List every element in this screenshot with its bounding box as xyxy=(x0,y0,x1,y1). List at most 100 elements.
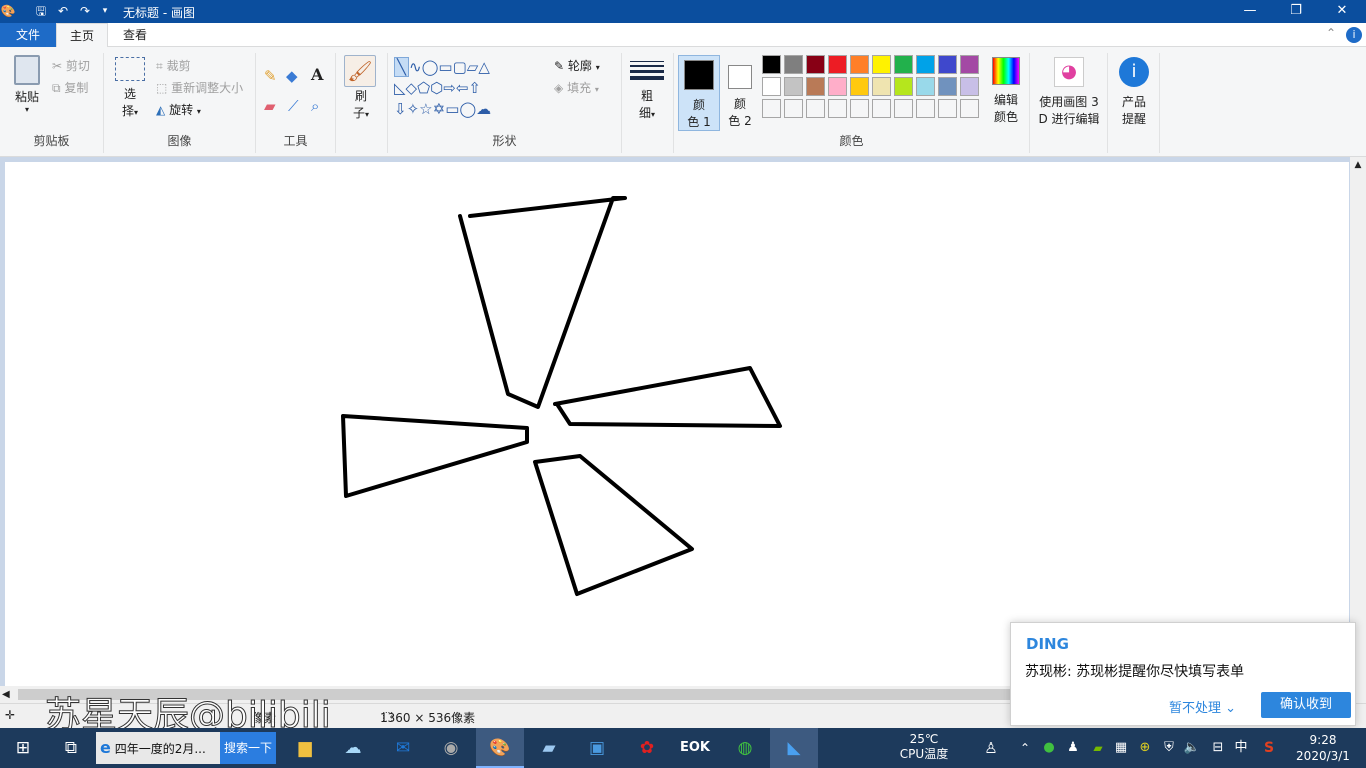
brushes-button[interactable]: 🖌 刷 子▾ xyxy=(344,55,378,121)
tray-grid-icon[interactable]: ▦ xyxy=(1112,728,1130,768)
six-point-star-icon[interactable]: ✡ xyxy=(433,100,446,118)
tray-user-icon[interactable]: ♟ xyxy=(1064,728,1082,768)
palette-color-swatch[interactable] xyxy=(960,55,979,74)
confirm-button[interactable]: 确认收到 xyxy=(1261,692,1351,718)
right-triangle-shape-icon[interactable]: ◺ xyxy=(394,79,406,97)
resize-button[interactable]: ⬚ 重新调整大小 xyxy=(156,79,243,96)
callout-rect-icon[interactable]: ▭ xyxy=(445,100,459,118)
palette-color-swatch[interactable] xyxy=(762,55,781,74)
diamond-shape-icon[interactable]: ◇ xyxy=(406,79,418,97)
tab-file[interactable]: 文件 xyxy=(0,23,56,47)
palette-empty-swatch[interactable] xyxy=(828,99,847,118)
palette-empty-swatch[interactable] xyxy=(850,99,869,118)
fill-bucket-icon[interactable]: ◆ xyxy=(286,67,298,85)
shield-icon[interactable]: ⛨ xyxy=(1160,728,1178,768)
palette-color-swatch[interactable] xyxy=(916,55,935,74)
palette-color-swatch[interactable] xyxy=(806,55,825,74)
network-icon[interactable]: ⊟ xyxy=(1208,728,1228,768)
file-explorer-icon[interactable]: ▆ xyxy=(282,728,328,768)
palette-color-swatch[interactable] xyxy=(784,55,803,74)
hexagon-shape-icon[interactable]: ⬡ xyxy=(430,79,443,97)
cpu-temp-widget[interactable]: 25℃ CPU温度 xyxy=(894,732,954,762)
callout-cloud-icon[interactable]: ☁ xyxy=(476,100,491,118)
shapes-gallery[interactable]: ╲ ∿◯▭▢▱△ ◺◇⬠⬡⇨⇦⇧ ⇩✧☆✡▭◯☁ xyxy=(394,57,544,119)
search-button[interactable]: 搜索一下 xyxy=(220,732,276,764)
palette-color-swatch[interactable] xyxy=(916,77,935,96)
volume-icon[interactable]: 🔈 xyxy=(1182,728,1202,768)
ime-indicator[interactable]: 中 xyxy=(1232,728,1250,768)
palette-color-swatch[interactable] xyxy=(938,77,957,96)
palette-color-swatch[interactable] xyxy=(850,55,869,74)
save-icon[interactable]: 🖫 xyxy=(33,3,49,19)
right-arrow-shape-icon[interactable]: ⇨ xyxy=(443,79,456,97)
refresh-app-icon[interactable]: ◍ xyxy=(722,728,768,768)
palette-color-swatch[interactable] xyxy=(894,77,913,96)
close-button[interactable]: ✕ xyxy=(1319,0,1365,23)
copy-button[interactable]: ⧉ 复制 xyxy=(52,79,88,96)
show-hidden-icons-icon[interactable]: ⌃ xyxy=(1016,728,1034,768)
pencil-icon[interactable]: ✎ xyxy=(264,67,277,85)
people-icon[interactable]: ♙ xyxy=(978,728,1004,768)
pentagon-shape-icon[interactable]: ⬠ xyxy=(417,79,430,97)
scroll-up-icon[interactable]: ▲ xyxy=(1350,157,1366,173)
eok-app-icon[interactable]: EOK xyxy=(672,728,718,768)
palette-empty-swatch[interactable] xyxy=(784,99,803,118)
redo-icon[interactable]: ↷ xyxy=(77,3,93,19)
edit-colors-button[interactable]: 编辑 颜色 xyxy=(988,57,1024,125)
palette-color-swatch[interactable] xyxy=(872,55,891,74)
palette-color-swatch[interactable] xyxy=(784,77,803,96)
paint-taskbar-icon[interactable]: 🎨 xyxy=(476,728,524,768)
line-shape-icon[interactable]: ╲ xyxy=(394,57,410,77)
select-button[interactable]: 选 择▾ xyxy=(114,57,146,119)
polygon-shape-icon[interactable]: ▱ xyxy=(467,58,479,76)
palette-color-swatch[interactable] xyxy=(938,55,957,74)
palette-empty-swatch[interactable] xyxy=(916,99,935,118)
paint-app-icon[interactable]: 🎨 xyxy=(0,3,16,19)
eraser-icon[interactable]: ▰ xyxy=(264,97,276,115)
callout-oval-icon[interactable]: ◯ xyxy=(459,100,476,118)
text-tool-icon[interactable]: A xyxy=(311,65,323,84)
outline-button[interactable]: ✎ 轮廓 ▾ xyxy=(554,57,600,74)
tray-plus-icon[interactable]: ⊕ xyxy=(1136,728,1154,768)
curve-shape-icon[interactable]: ∿ xyxy=(409,58,422,76)
cloud-app-icon[interactable]: ☁ xyxy=(330,728,376,768)
palette-color-swatch[interactable] xyxy=(894,55,913,74)
collapse-ribbon-icon[interactable]: ⌃ xyxy=(1326,26,1336,40)
triangle-shape-icon[interactable]: △ xyxy=(478,58,490,76)
color2-button[interactable]: 颜 色 2 xyxy=(722,55,758,131)
ignore-button[interactable]: 暂不处理 ⌄ xyxy=(1169,697,1236,716)
color1-button[interactable]: 颜 色 1 xyxy=(678,55,720,131)
help-icon[interactable]: i xyxy=(1346,27,1362,43)
scroll-left-icon[interactable]: ◀ xyxy=(2,686,10,703)
palette-color-swatch[interactable] xyxy=(762,77,781,96)
sogou-ime-icon[interactable]: S xyxy=(1258,728,1280,768)
palette-empty-swatch[interactable] xyxy=(960,99,979,118)
oval-shape-icon[interactable]: ◯ xyxy=(422,58,439,76)
start-button[interactable]: ⊞ xyxy=(0,728,46,768)
minimize-button[interactable]: — xyxy=(1227,0,1273,23)
palette-color-swatch[interactable] xyxy=(828,55,847,74)
rose-app-icon[interactable]: ✿ xyxy=(624,728,670,768)
tab-home[interactable]: 主页 xyxy=(56,23,109,48)
clock[interactable]: 9:28 2020/3/1 xyxy=(1288,732,1358,764)
size-button[interactable]: 粗 细▾ xyxy=(630,57,664,121)
rectangle-shape-icon[interactable]: ▭ xyxy=(438,58,452,76)
palette-color-swatch[interactable] xyxy=(828,77,847,96)
four-point-star-icon[interactable]: ✧ xyxy=(407,100,420,118)
color-picker-icon[interactable]: ⟋ xyxy=(288,97,299,115)
eraser-app-icon[interactable]: ▰ xyxy=(526,728,572,768)
cut-button[interactable]: ✂ 剪切 xyxy=(52,57,90,74)
down-arrow-shape-icon[interactable]: ⇩ xyxy=(394,100,407,118)
ding-taskbar-icon[interactable]: ◣ xyxy=(770,728,818,768)
palette-color-swatch[interactable] xyxy=(960,77,979,96)
paste-button[interactable]: 粘贴 ▾ xyxy=(12,55,42,114)
rotate-button[interactable]: ◭ 旋转 ▾ xyxy=(156,101,201,118)
tab-view[interactable]: 查看 xyxy=(110,23,160,47)
palette-empty-swatch[interactable] xyxy=(872,99,891,118)
palette-color-swatch[interactable] xyxy=(806,77,825,96)
palette-empty-swatch[interactable] xyxy=(938,99,957,118)
maximize-button[interactable]: ❐ xyxy=(1273,0,1319,23)
magnifier-icon[interactable]: ⌕ xyxy=(311,97,319,115)
left-arrow-shape-icon[interactable]: ⇦ xyxy=(456,79,469,97)
tray-green-icon[interactable]: ● xyxy=(1040,728,1058,768)
